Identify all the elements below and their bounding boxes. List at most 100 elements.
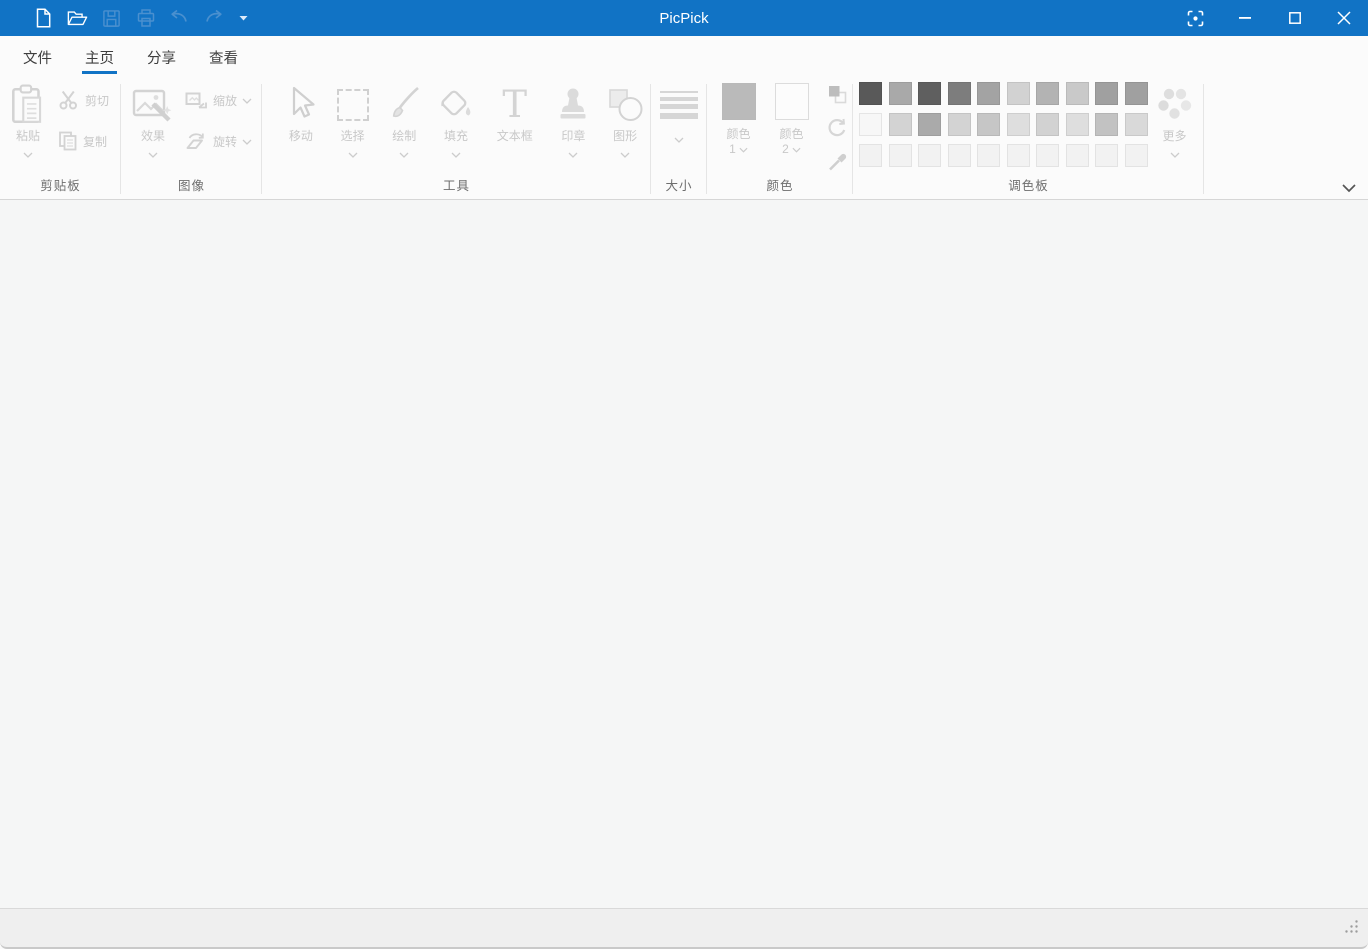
eyedropper-icon — [827, 150, 848, 172]
fill-dropdown-icon[interactable] — [451, 152, 461, 158]
palette-swatch[interactable] — [1036, 82, 1059, 105]
move-button[interactable]: 移动 — [275, 78, 327, 161]
fill-button[interactable]: 填充 — [430, 78, 482, 161]
palette-swatch[interactable] — [889, 82, 912, 105]
paste-dropdown-icon[interactable] — [23, 152, 33, 158]
paste-button[interactable]: 粘贴 — [2, 78, 54, 161]
palette-swatch[interactable] — [1007, 82, 1030, 105]
palette-swatch[interactable] — [1095, 82, 1118, 105]
cut-icon — [58, 90, 80, 113]
group-label-colors: 颜色 — [707, 175, 853, 195]
line-size-icon — [660, 81, 698, 129]
effects-dropdown-icon[interactable] — [148, 152, 158, 158]
color2-label: 颜色 — [779, 127, 803, 141]
color2-dropdown-icon[interactable] — [792, 147, 801, 153]
ribbon-tabs: 文件 主页 分享 查看 — [0, 36, 1368, 78]
print-icon — [135, 7, 156, 29]
palette-swatch[interactable] — [948, 82, 971, 105]
select-dropdown-icon[interactable] — [348, 152, 358, 158]
fill-label: 填充 — [444, 129, 468, 144]
palette-swatch[interactable] — [977, 82, 1000, 105]
group-palette: 更多 调色板 — [853, 78, 1204, 199]
palette-swatch[interactable] — [948, 113, 971, 136]
resize-label: 缩放 — [213, 94, 237, 109]
copy-button[interactable]: 复制 — [58, 130, 109, 154]
stamp-icon — [556, 81, 590, 129]
rotate-button[interactable]: 旋转 — [185, 130, 252, 154]
open-file-icon[interactable] — [67, 7, 88, 29]
swap-colors-icon — [827, 84, 848, 105]
screen-capture-button[interactable] — [1170, 0, 1220, 36]
palette-swatch[interactable] — [977, 144, 1000, 167]
tab-view[interactable]: 查看 — [208, 36, 239, 78]
palette-swatch[interactable] — [1007, 144, 1030, 167]
draw-button[interactable]: 绘制 — [378, 78, 430, 161]
palette-swatch[interactable] — [977, 113, 1000, 136]
palette-swatch[interactable] — [918, 82, 941, 105]
palette-swatch[interactable] — [1125, 82, 1148, 105]
palette-swatch[interactable] — [1036, 113, 1059, 136]
collapse-ribbon-button[interactable] — [1341, 183, 1357, 193]
chevron-down-icon — [1341, 183, 1357, 193]
group-tools: 移动 选择 绘制 — [262, 78, 651, 199]
swap-colors-button[interactable] — [826, 84, 848, 105]
palette-swatch[interactable] — [948, 144, 971, 167]
resize-grip[interactable] — [1344, 919, 1359, 939]
group-clipboard: 粘贴 剪切 复制 剪贴板 — [0, 78, 121, 199]
cut-button[interactable]: 剪切 — [58, 89, 109, 113]
palette-swatch[interactable] — [859, 144, 882, 167]
palette-swatch[interactable] — [889, 144, 912, 167]
palette-swatch[interactable] — [1007, 113, 1030, 136]
toolbar-dropdown-icon[interactable] — [237, 7, 249, 29]
color1-button[interactable]: 颜色 1 — [714, 78, 763, 157]
stamp-dropdown-icon[interactable] — [568, 152, 578, 158]
effects-button[interactable]: 效果 — [127, 78, 179, 161]
palette-swatch[interactable] — [859, 82, 882, 105]
resize-button[interactable]: 缩放 — [185, 89, 252, 113]
canvas-area[interactable] — [0, 200, 1368, 908]
group-image: 效果 缩放 旋转 图像 — [121, 78, 262, 199]
select-button[interactable]: 选择 — [327, 78, 379, 161]
more-colors-dropdown-icon[interactable] — [1170, 152, 1180, 158]
palette-swatch[interactable] — [918, 144, 941, 167]
palette-swatch[interactable] — [918, 113, 941, 136]
textbox-icon: T — [502, 85, 527, 125]
color2-button[interactable]: 颜色 2 — [767, 78, 816, 157]
effects-label: 效果 — [141, 129, 165, 144]
textbox-button[interactable]: T 文本框 — [482, 78, 548, 161]
tab-home[interactable]: 主页 — [84, 36, 115, 78]
palette-swatch[interactable] — [1066, 82, 1089, 105]
minimize-button[interactable] — [1220, 0, 1270, 36]
tab-file[interactable]: 文件 — [22, 36, 53, 78]
palette-swatch[interactable] — [1095, 144, 1118, 167]
palette-swatch[interactable] — [1095, 113, 1118, 136]
stamp-button[interactable]: 印章 — [548, 78, 600, 161]
reset-colors-button[interactable] — [826, 117, 848, 138]
color1-dropdown-icon[interactable] — [739, 147, 748, 153]
palette-swatch[interactable] — [1036, 144, 1059, 167]
resize-dropdown-icon[interactable] — [242, 98, 252, 104]
palette-swatch[interactable] — [1125, 144, 1148, 167]
shapes-button[interactable]: 图形 — [599, 78, 651, 161]
maximize-button[interactable] — [1270, 0, 1320, 36]
resize-icon — [185, 90, 208, 113]
palette-swatch[interactable] — [1066, 144, 1089, 167]
tab-share[interactable]: 分享 — [146, 36, 177, 78]
palette-swatch[interactable] — [1125, 113, 1148, 136]
stamp-label: 印章 — [561, 129, 585, 144]
draw-dropdown-icon[interactable] — [399, 152, 409, 158]
line-size-button[interactable] — [653, 78, 705, 146]
close-button[interactable] — [1320, 0, 1368, 36]
shapes-dropdown-icon[interactable] — [620, 152, 630, 158]
save-icon — [101, 7, 122, 29]
copy-icon — [58, 131, 78, 154]
new-document-icon[interactable] — [33, 7, 54, 29]
line-size-dropdown-icon[interactable] — [674, 137, 684, 143]
palette-swatch[interactable] — [859, 113, 882, 136]
palette-swatch[interactable] — [889, 113, 912, 136]
rotate-dropdown-icon[interactable] — [242, 139, 252, 145]
window-controls — [1170, 0, 1368, 36]
palette-swatch[interactable] — [1066, 113, 1089, 136]
eyedropper-button[interactable] — [826, 150, 848, 171]
more-colors-button[interactable]: 更多 — [1153, 78, 1197, 161]
